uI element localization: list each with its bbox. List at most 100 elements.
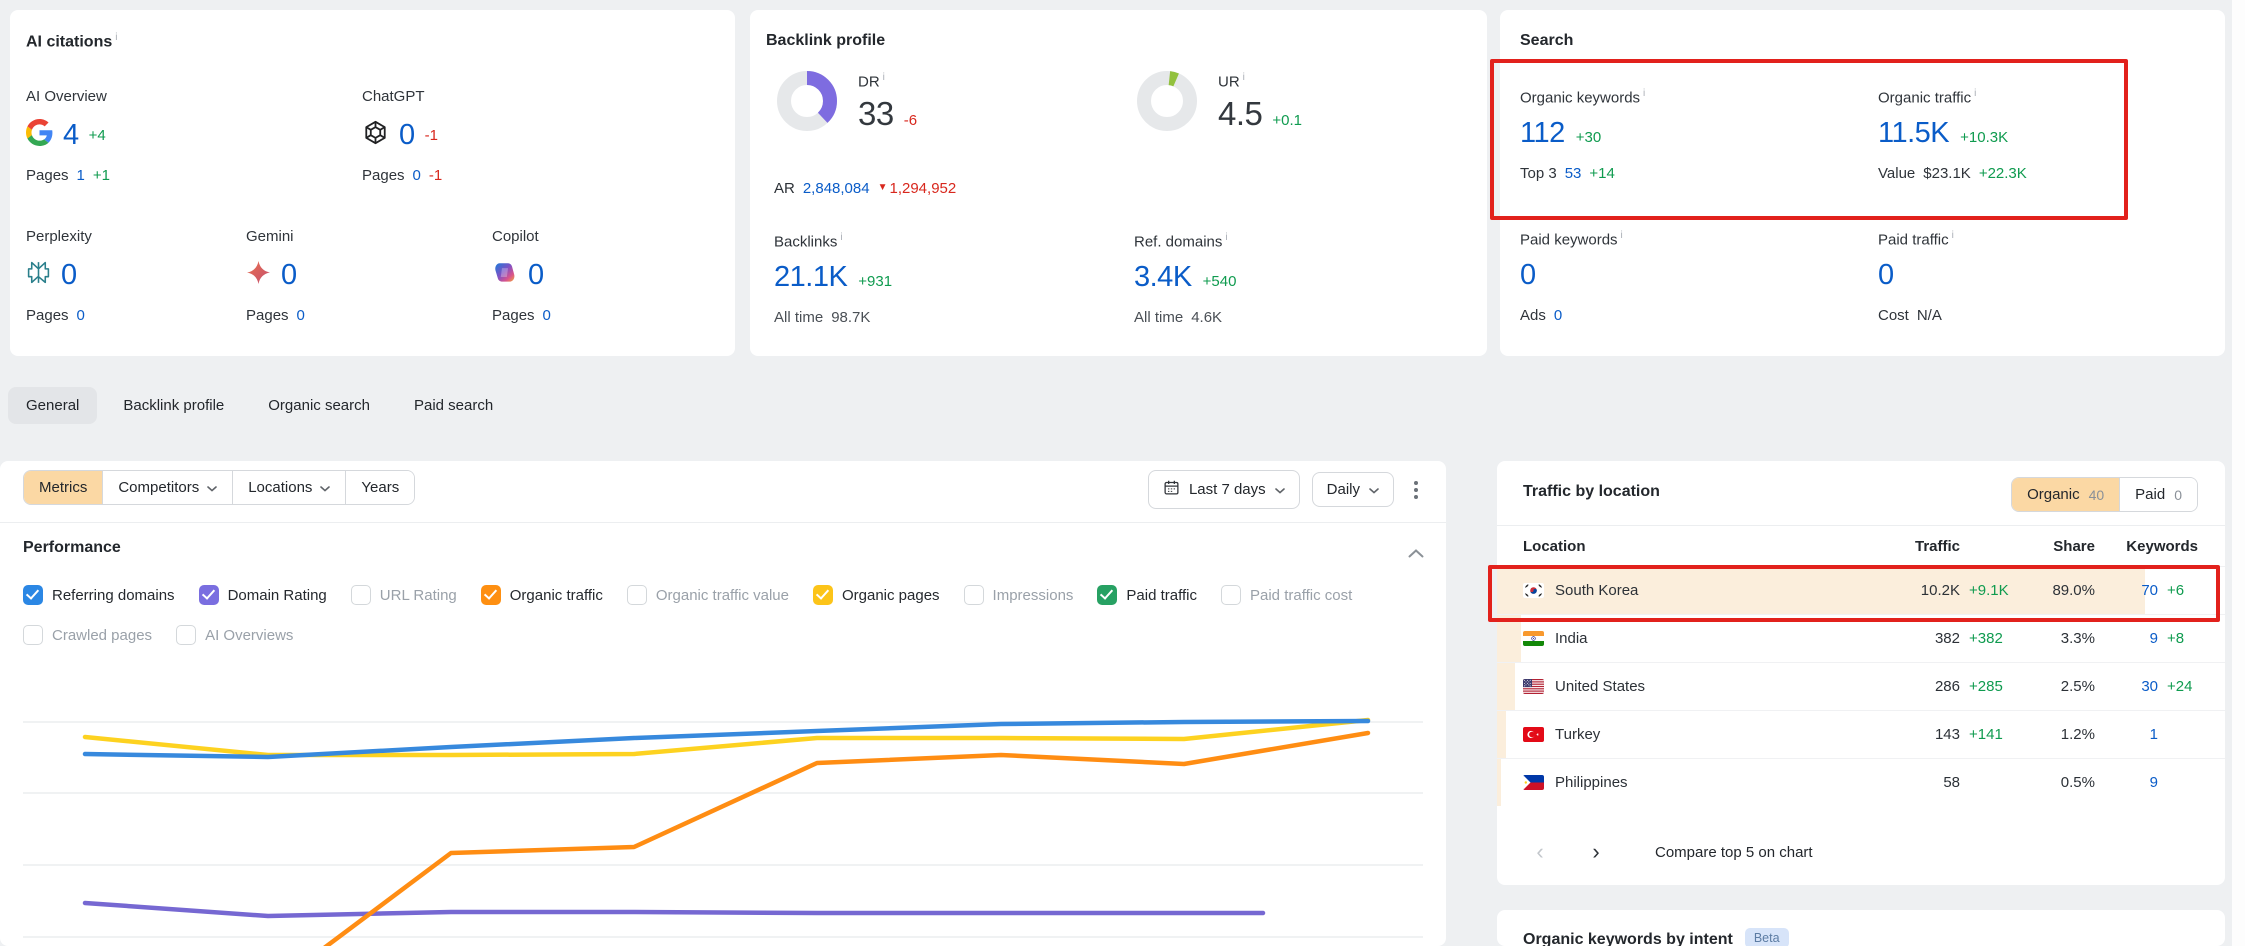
tab-backlink-profile[interactable]: Backlink profile <box>105 387 242 424</box>
checkbox-box[interactable] <box>964 585 984 605</box>
keywords-value[interactable]: 1 <box>2095 726 2158 743</box>
checkbox-box[interactable] <box>23 585 43 605</box>
backlinks-value[interactable]: 21.1K <box>774 261 847 294</box>
checkbox-organic-traffic[interactable]: Organic traffic <box>481 585 603 605</box>
checkbox-label: Crawled pages <box>52 627 152 644</box>
checkbox-box[interactable] <box>199 585 219 605</box>
paid-traffic-label: Paid traffic <box>1878 231 1949 248</box>
organic-toggle[interactable]: Organic 40 <box>2012 478 2119 511</box>
info-icon[interactable]: i <box>1952 230 1954 241</box>
keywords-value[interactable]: 9 <box>2095 774 2158 791</box>
info-icon[interactable]: i <box>1243 72 1245 83</box>
keywords-value[interactable]: 9 <box>2095 630 2158 647</box>
flag-philippines-icon <box>1523 775 1544 790</box>
ref-domains-value[interactable]: 3.4K <box>1134 261 1192 294</box>
organic-traffic-value[interactable]: 11.5K <box>1878 117 1949 150</box>
pages-label: Pages <box>492 307 535 324</box>
checkbox-box[interactable] <box>627 585 647 605</box>
location-name: United States <box>1555 678 1645 695</box>
paid-traffic-value[interactable]: 0 <box>1878 259 1894 291</box>
checkbox-box[interactable] <box>1097 585 1117 605</box>
checkbox-box[interactable] <box>23 625 43 645</box>
paid-traffic-block: Paid traffici 0 Cost N/A <box>1878 230 1954 324</box>
info-icon[interactable]: i <box>115 32 117 43</box>
next-page-chevron-icon[interactable]: › <box>1583 839 1609 865</box>
checkbox-impressions[interactable]: Impressions <box>964 585 1074 605</box>
paid-keywords-value[interactable]: 0 <box>1520 259 1536 291</box>
seo-dashboard: { "ui": { "info_mark": "i" }, "ai_citati… <box>0 0 2245 946</box>
pages-value[interactable]: 1 <box>77 167 85 184</box>
info-icon[interactable]: i <box>1974 88 1976 99</box>
organic-keywords-value[interactable]: 112 <box>1520 117 1565 150</box>
pages-label: Pages <box>246 307 289 324</box>
location-row-turkey[interactable]: Turkey143+1411.2%1 <box>1497 710 2225 758</box>
checkbox-box[interactable] <box>481 585 501 605</box>
checkbox-paid-traffic[interactable]: Paid traffic <box>1097 585 1197 605</box>
performance-line-chart[interactable] <box>23 673 1423 946</box>
checkbox-url-rating[interactable]: URL Rating <box>351 585 457 605</box>
locations-dropdown[interactable]: Locations <box>233 471 346 504</box>
share-value: 0.5% <box>2010 774 2095 791</box>
gemini-value[interactable]: 0 <box>281 259 297 292</box>
checkbox-referring-domains[interactable]: Referring domains <box>23 585 175 605</box>
info-icon[interactable]: i <box>1643 88 1645 99</box>
info-icon[interactable]: i <box>840 232 842 243</box>
location-row-united-states[interactable]: United States286+2852.5%30+24 <box>1497 662 2225 710</box>
dr-value: 33 <box>858 95 894 133</box>
prev-page-chevron-icon[interactable]: ‹ <box>1527 839 1553 865</box>
chatgpt-block: ChatGPT 0 -1 Pages 0 -1 <box>362 88 442 184</box>
collapse-section-chevron-up-icon[interactable] <box>1408 545 1424 563</box>
ai-overview-block: AI Overview 4 +4 Pages 1 +1 <box>26 88 110 184</box>
ads-value[interactable]: 0 <box>1554 307 1562 324</box>
backlink-profile-title: Backlink profile <box>766 32 885 49</box>
copilot-value[interactable]: 0 <box>528 259 544 292</box>
value-amount: $23.1K <box>1923 165 1971 182</box>
ai-overview-value[interactable]: 4 <box>63 119 79 152</box>
tab-organic-search[interactable]: Organic search <box>250 387 388 424</box>
ref-domains-change: +540 <box>1203 273 1237 290</box>
granularity-dropdown[interactable]: Daily <box>1312 472 1394 507</box>
checkbox-box[interactable] <box>813 585 833 605</box>
checkbox-organic-pages[interactable]: Organic pages <box>813 585 940 605</box>
ref-domains-block: Ref. domainsi 3.4K +540 All time 4.6K <box>1134 232 1236 326</box>
more-options-kebab-icon[interactable] <box>1406 475 1426 505</box>
top3-value[interactable]: 53 <box>1565 165 1582 182</box>
location-row-philippines[interactable]: Philippines580.5%9 <box>1497 758 2225 806</box>
competitors-dropdown[interactable]: Competitors <box>103 471 233 504</box>
col-traffic: Traffic <box>1885 538 1960 555</box>
keywords-value[interactable]: 70 <box>2095 582 2158 599</box>
checkbox-organic-traffic-value[interactable]: Organic traffic value <box>627 585 789 605</box>
metrics-button[interactable]: Metrics <box>24 471 103 504</box>
checkbox-box[interactable] <box>1221 585 1241 605</box>
checkbox-domain-rating[interactable]: Domain Rating <box>199 585 327 605</box>
pages-value[interactable]: 0 <box>297 307 305 324</box>
location-row-south-korea[interactable]: South Korea10.2K+9.1K89.0%70+6 <box>1497 566 2225 614</box>
date-range-button[interactable]: Last 7 days <box>1148 470 1300 509</box>
checkbox-crawled-pages[interactable]: Crawled pages <box>23 625 152 645</box>
vertical-scrollbar[interactable] <box>2232 0 2245 946</box>
location-row-india[interactable]: India382+3823.3%9+8 <box>1497 614 2225 662</box>
paid-toggle[interactable]: Paid 0 <box>2119 478 2197 511</box>
pages-value[interactable]: 0 <box>413 167 421 184</box>
compare-top5-link[interactable]: Compare top 5 on chart <box>1655 844 1813 861</box>
checkbox-label: AI Overviews <box>205 627 293 644</box>
ar-value[interactable]: 2,848,084 <box>803 180 870 197</box>
checkbox-paid-traffic-cost[interactable]: Paid traffic cost <box>1221 585 1352 605</box>
pages-value[interactable]: 0 <box>543 307 551 324</box>
info-icon[interactable]: i <box>883 72 885 83</box>
info-icon[interactable]: i <box>1225 232 1227 243</box>
years-button[interactable]: Years <box>346 471 414 504</box>
ar-label: AR <box>774 180 795 197</box>
checkbox-ai-overviews[interactable]: AI Overviews <box>176 625 293 645</box>
ur-value: 4.5 <box>1218 95 1262 133</box>
pages-value[interactable]: 0 <box>77 307 85 324</box>
info-icon[interactable]: i <box>1621 230 1623 241</box>
checkbox-box[interactable] <box>351 585 371 605</box>
tab-paid-search[interactable]: Paid search <box>396 387 511 424</box>
keywords-value[interactable]: 30 <box>2095 678 2158 695</box>
checkbox-box[interactable] <box>176 625 196 645</box>
chatgpt-value[interactable]: 0 <box>399 119 415 152</box>
perplexity-value[interactable]: 0 <box>61 259 77 292</box>
tab-general[interactable]: General <box>8 387 97 424</box>
triangle-down-icon: ▼ <box>878 182 888 193</box>
